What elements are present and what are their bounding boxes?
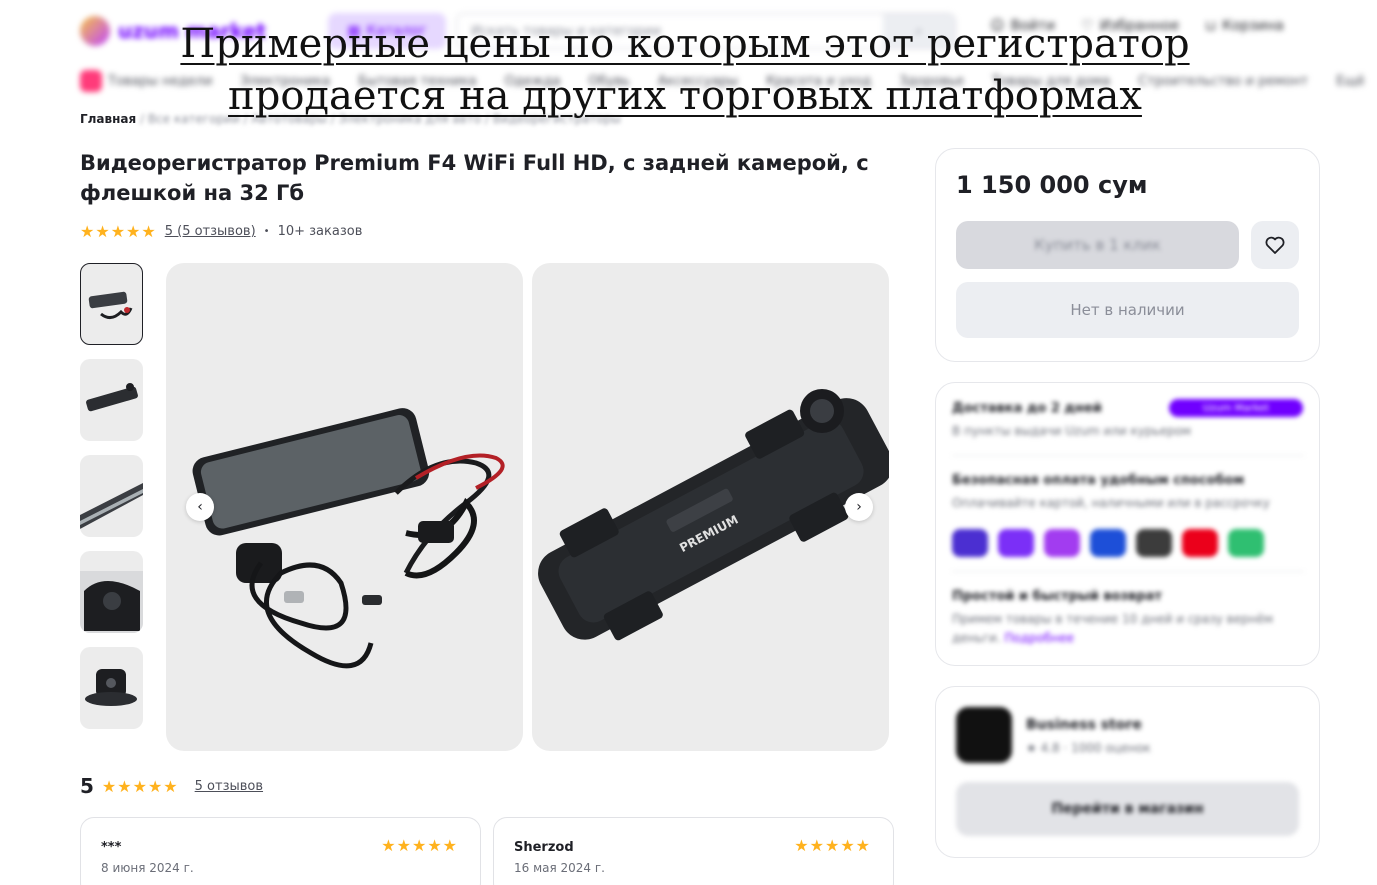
product-image-1[interactable]: [166, 263, 523, 751]
return-block: Простой и быстрый возврат Примем товары …: [952, 589, 1304, 648]
overlay-caption: Примерные цены по которым этот регистрат…: [60, 18, 1310, 122]
payment-method-icon: [1182, 529, 1218, 557]
reviews-link[interactable]: 5 (5 отзывов): [165, 224, 256, 239]
buy-one-click-label: Купить в 1 клик: [1034, 236, 1161, 254]
return-title: Простой и быстрый возврат: [952, 589, 1162, 604]
delivery-subtitle: В пункты выдачи Uzum или курьером: [952, 424, 1191, 438]
review-stars-icon: ★★★★★: [381, 836, 458, 855]
add-to-favorites-button[interactable]: [1251, 221, 1299, 269]
thumbnail-1[interactable]: [80, 263, 143, 345]
dashcam-back-image: PREMIUM: [538, 389, 889, 641]
payment-method-icon: [1090, 529, 1126, 557]
payment-method-icon: [998, 529, 1034, 557]
review-card: Sherzod 16 мая 2024 г. ★★★★★: [493, 817, 894, 885]
category-more[interactable]: Ещё: [1336, 74, 1364, 89]
all-reviews-link[interactable]: 5 отзывов: [195, 779, 263, 794]
thumbnail-2-image: [86, 383, 138, 412]
dashcam-kit-image: [192, 408, 505, 669]
thumbnail-5[interactable]: [80, 647, 143, 729]
return-subtitle: Примем товары в течение 10 дней и сразу …: [952, 610, 1304, 648]
store-panel: Business store ★ 4.8 · 1000 оценок Перей…: [935, 686, 1320, 858]
payment-title: Безопасная оплата удобным способом: [952, 473, 1245, 488]
thumbnail-4[interactable]: [80, 551, 143, 633]
payment-method-icon: [1136, 529, 1172, 557]
prev-image-button[interactable]: ‹: [186, 493, 214, 521]
go-to-store-button[interactable]: Перейти в магазин: [956, 782, 1299, 836]
product-rating-row: ★★★★★ 5 (5 отзывов) • 10+ заказов: [80, 222, 362, 241]
reviews-score: 5: [80, 774, 94, 798]
out-of-stock-button[interactable]: Нет в наличии: [956, 282, 1299, 338]
payment-block: Безопасная оплата удобным способом Оплач…: [952, 473, 1304, 557]
thumbnail-2[interactable]: [80, 359, 143, 441]
reviews-stars-icon: ★★★★★: [101, 776, 179, 796]
return-text: Примем товары в течение 10 дней и сразу …: [952, 612, 1274, 645]
review-date: 8 июня 2024 г.: [101, 861, 194, 875]
payment-method-icon: [952, 529, 988, 557]
overlay-line-1: Примерные цены по которым этот регистрат…: [180, 21, 1190, 67]
thumbnail-5-image: [85, 669, 137, 706]
price-panel: 1 150 000 сум Купить в 1 клик Нет в нали…: [935, 148, 1320, 362]
separator-dot: •: [263, 226, 270, 237]
divider: [952, 571, 1304, 572]
buy-one-click-button[interactable]: Купить в 1 клик: [956, 221, 1239, 269]
delivery-badge: Uzum Market: [1169, 399, 1303, 417]
payment-subtitle: Оплачивайте картой, наличными или в расс…: [952, 496, 1270, 510]
payment-method-icon: [1228, 529, 1264, 557]
thumbnail-3-image: [80, 483, 143, 529]
product-title: Видеорегистратор Premium F4 WiFi Full HD…: [80, 151, 869, 205]
store-rating: ★ 4.8 · 1000 оценок: [1026, 741, 1151, 755]
store-name[interactable]: Business store: [1026, 717, 1142, 733]
product-image-2[interactable]: PREMIUM: [532, 263, 889, 751]
heart-icon: [1265, 236, 1285, 254]
payment-methods: [952, 529, 1304, 557]
rating-stars-icon: ★★★★★: [80, 222, 157, 241]
thumbnail-1-image: [88, 291, 133, 319]
chevron-right-icon: ›: [856, 499, 862, 515]
thumbnail-3[interactable]: [80, 455, 143, 537]
return-more-link[interactable]: Подробнее: [1004, 631, 1074, 645]
reviews-summary: 5 ★★★★★ 5 отзывов: [80, 774, 263, 798]
chevron-left-icon: ‹: [197, 499, 203, 515]
review-stars-icon: ★★★★★: [794, 836, 871, 855]
thumbnail-4-image: [80, 571, 143, 633]
thumbnail-list: [80, 263, 144, 743]
out-of-stock-label: Нет в наличии: [1070, 301, 1185, 319]
orders-count: 10+ заказов: [277, 224, 363, 239]
go-to-store-label: Перейти в магазин: [1051, 801, 1204, 817]
next-image-button[interactable]: ›: [845, 493, 873, 521]
review-card: *** 8 июня 2024 г. ★★★★★: [80, 817, 481, 885]
payment-method-icon: [1044, 529, 1080, 557]
info-panel: Доставка до 2 дней В пункты выдачи Uzum …: [935, 382, 1320, 666]
overlay-line-2: продается на других торговых платформах: [228, 73, 1142, 119]
divider: [952, 455, 1304, 456]
store-logo[interactable]: [956, 707, 1012, 763]
review-date: 16 мая 2024 г.: [514, 861, 605, 875]
product-price: 1 150 000 сум: [956, 171, 1148, 199]
